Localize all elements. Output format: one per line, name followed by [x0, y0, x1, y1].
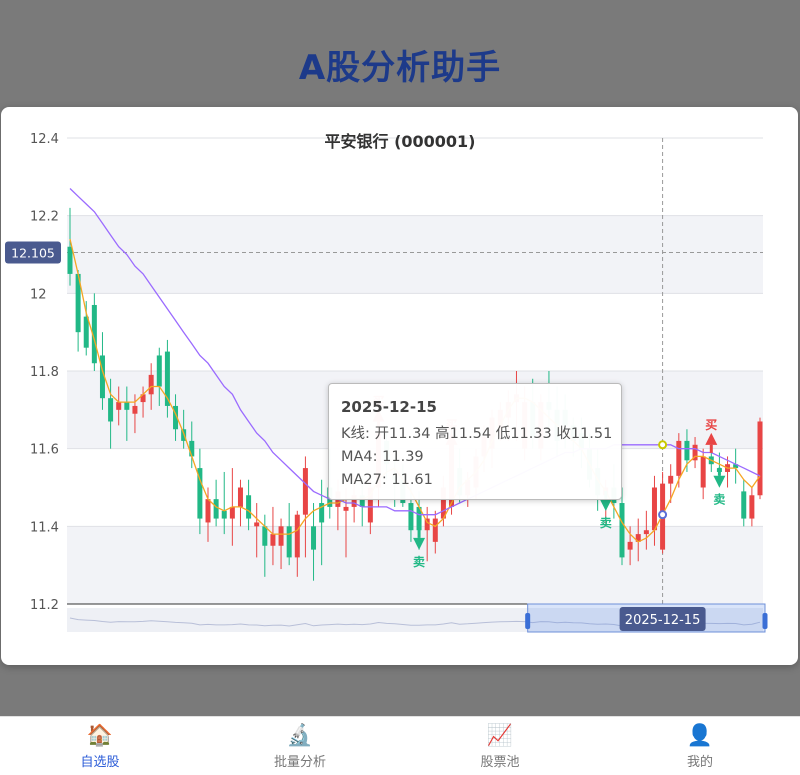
- nav-item-profile[interactable]: 👤 我的: [600, 717, 800, 775]
- candle-body: [156, 355, 162, 387]
- candle-body: [132, 405, 138, 414]
- candle-body: [294, 514, 300, 558]
- candle-body: [651, 487, 657, 531]
- datazoom-handle-left[interactable]: [525, 613, 531, 629]
- sell-arrow-icon: [713, 475, 726, 488]
- candle-body: [286, 526, 292, 558]
- candle-body: [270, 534, 276, 546]
- grid-band: [67, 215, 763, 294]
- home-icon: 🏠: [86, 722, 114, 747]
- tooltip-ma4: MA4: 11.39: [341, 449, 424, 465]
- candle-body: [311, 526, 317, 550]
- candle-body: [116, 402, 122, 410]
- chart-tooltip: 2025-12-15 K线: 开11.34 高11.54 低11.33 收11.…: [328, 383, 622, 500]
- candle-body: [749, 495, 755, 519]
- candle-body: [432, 518, 438, 542]
- candle-body: [221, 510, 227, 519]
- candle-body: [302, 468, 308, 515]
- y-tick-label: 11.8: [30, 365, 59, 380]
- crosshair-y-label: 12.105: [11, 246, 55, 261]
- candle-body: [124, 402, 130, 410]
- user-icon: 👤: [686, 722, 714, 747]
- y-tick-label: 12.2: [30, 210, 59, 225]
- candle-body: [343, 506, 349, 511]
- microscope-icon: 🔬: [286, 722, 314, 747]
- candle-body: [619, 503, 625, 558]
- sell-arrow-icon: [599, 499, 612, 512]
- ma27-marker: [658, 440, 668, 450]
- y-tick-label: 11.2: [30, 598, 59, 613]
- candle-body: [213, 499, 219, 519]
- sell-arrow-stem: [717, 467, 721, 476]
- crosshair-x-label: 2025-12-15: [625, 613, 701, 628]
- candle-body: [408, 503, 414, 531]
- candle-body: [205, 499, 211, 523]
- candle-body: [668, 475, 674, 484]
- sell-signal-label: 卖: [713, 492, 725, 507]
- candle-body: [700, 456, 706, 488]
- sell-arrow-stem: [417, 529, 421, 538]
- buy-signal-label: 买: [705, 418, 717, 432]
- chart-up-icon: 📈: [486, 722, 514, 747]
- candle-body: [83, 316, 89, 348]
- tooltip-ma27: MA27: 11.61: [341, 472, 433, 488]
- candle-body: [684, 440, 690, 461]
- datazoom-handle-right[interactable]: [762, 613, 768, 629]
- buy-arrow-stem: [709, 444, 713, 453]
- bottom-nav: 🏠 自选股 🔬 批量分析 📈 股票池 👤 我的: [0, 716, 800, 775]
- sell-signal-label: 卖: [600, 515, 612, 530]
- ma4-marker: [658, 510, 668, 520]
- candle-body: [108, 398, 114, 422]
- candle-body: [278, 526, 284, 546]
- stock-chart-card[interactable]: 12.4 12.2 12 11.8 11.6 11.4 11.2 平安银行 (000001) 买…: [1, 107, 798, 665]
- candle-body: [237, 487, 243, 507]
- nav-label-watchlist: 自选股: [80, 754, 120, 770]
- candle-body: [189, 440, 195, 457]
- nav-item-stock-pool[interactable]: 📈 股票池: [400, 717, 600, 775]
- candle-body: [262, 526, 268, 546]
- candle-body: [676, 440, 682, 476]
- candle-body: [148, 374, 154, 395]
- nav-item-batch-analysis[interactable]: 🔬 批量分析: [200, 717, 400, 775]
- sell-signal-label: 卖: [413, 554, 425, 569]
- y-tick-label: 12: [30, 287, 47, 302]
- nav-label-stock-pool: 股票池: [480, 754, 520, 770]
- nav-item-watchlist[interactable]: 🏠 自选股: [0, 717, 200, 775]
- y-tick-label: 11.4: [30, 520, 59, 535]
- candle-body: [67, 246, 73, 274]
- nav-label-batch-analysis: 批量分析: [273, 754, 326, 770]
- tooltip-date: 2025-12-15: [341, 398, 437, 416]
- candle-body: [254, 522, 260, 527]
- y-tick-label: 11.6: [30, 443, 59, 458]
- y-tick-label: 12.4: [30, 132, 59, 147]
- candle-body: [627, 541, 633, 550]
- candle-body: [246, 495, 252, 519]
- chart-title: 平安银行 (000001): [325, 132, 476, 151]
- nav-label-profile: 我的: [686, 754, 713, 770]
- candle-body: [229, 506, 235, 519]
- tooltip-kline: K线: 开11.34 高11.54 低11.33 收11.51: [341, 426, 613, 442]
- candle-body: [757, 421, 763, 496]
- candle-body: [643, 530, 649, 535]
- candle-body: [741, 491, 747, 519]
